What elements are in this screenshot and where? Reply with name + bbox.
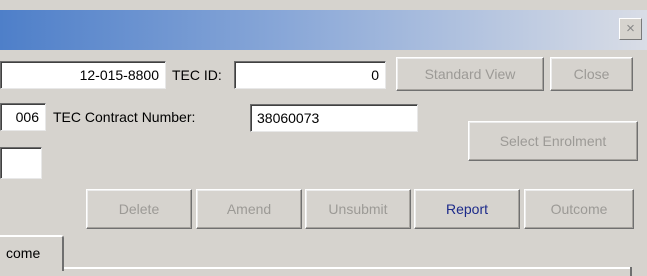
tab-panel-border xyxy=(64,267,632,269)
select-enrolment-button[interactable]: Select Enrolment xyxy=(468,121,638,161)
close-button[interactable]: Close xyxy=(550,57,633,91)
report-button[interactable]: Report xyxy=(414,189,520,229)
outcome-button[interactable]: Outcome xyxy=(524,189,634,229)
tec-contract-number-field[interactable]: 38060073 xyxy=(250,104,418,132)
phone-number-field[interactable]: 12-015-8800 xyxy=(0,61,166,89)
amend-button[interactable]: Amend xyxy=(196,189,302,229)
tab-outcome[interactable]: come xyxy=(0,235,64,271)
tec-id-label: TEC ID: xyxy=(172,67,222,83)
tec-id-field[interactable]: 0 xyxy=(234,61,386,89)
window-close-icon[interactable]: × xyxy=(619,18,642,40)
tab-panel-right-border xyxy=(630,267,632,276)
row3-partial-field[interactable] xyxy=(0,147,42,179)
unsubmit-button[interactable]: Unsubmit xyxy=(305,189,411,229)
delete-button[interactable]: Delete xyxy=(86,189,192,229)
standard-view-button[interactable]: Standard View xyxy=(396,57,544,91)
tec-contract-number-label: TEC Contract Number: xyxy=(53,109,196,125)
title-bar xyxy=(0,10,647,50)
row2-partial-field[interactable]: 006 xyxy=(0,103,46,131)
